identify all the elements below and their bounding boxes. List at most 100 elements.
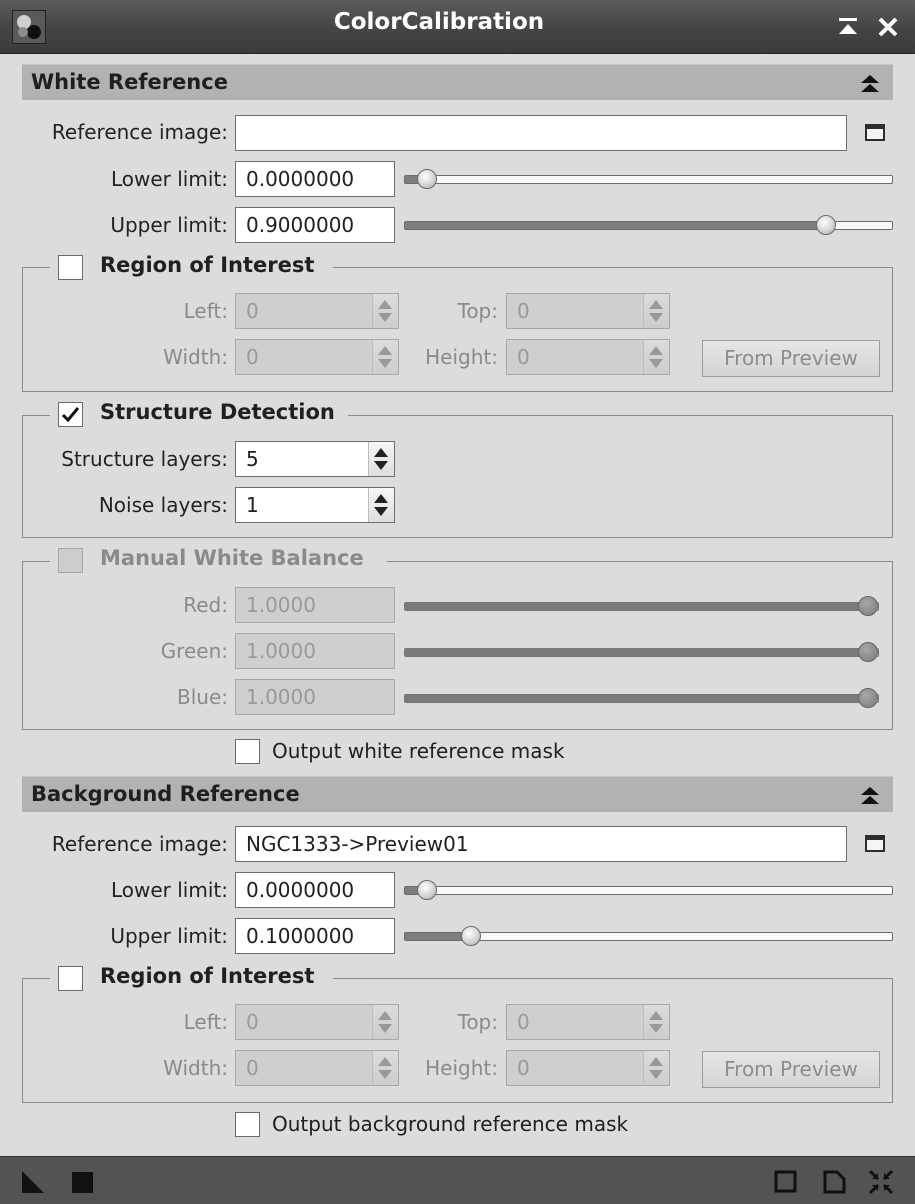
close-icon[interactable]	[873, 12, 903, 42]
spin-down-icon[interactable]	[374, 507, 388, 516]
window-title: ColorCalibration	[333, 9, 545, 35]
background-roi-title: Region of Interest	[100, 964, 315, 988]
white-reference-title: White Reference	[31, 70, 228, 94]
collapse-section-icon[interactable]	[859, 73, 881, 95]
white-lower-limit-slider[interactable]	[404, 169, 893, 189]
spin-up-icon[interactable]	[378, 300, 392, 309]
structure-layers-value: 5	[246, 447, 259, 471]
background-roi-height-spinbox[interactable]: 0	[506, 1050, 670, 1086]
background-reference-section-header[interactable]: Background Reference	[22, 776, 893, 812]
new-instance-triangle-icon[interactable]	[20, 1169, 46, 1195]
background-roi-width-label: Width:	[163, 1056, 228, 1080]
structure-layers-spinbox[interactable]: 5	[235, 441, 395, 477]
collapse-section-icon[interactable]	[859, 785, 881, 807]
background-lower-limit-slider[interactable]	[404, 880, 893, 900]
white-lower-limit-slider-thumb[interactable]	[417, 169, 437, 189]
white-roi-width-spinbox[interactable]: 0	[235, 339, 399, 375]
blue-field[interactable]: 1.0000	[235, 679, 395, 715]
white-lower-limit-field[interactable]: 0.0000000	[235, 161, 395, 197]
title-bar[interactable]: ColorCalibration	[0, 0, 915, 54]
background-lower-limit-slider-thumb[interactable]	[417, 880, 437, 900]
spin-down-icon[interactable]	[378, 359, 392, 368]
green-label: Green:	[160, 639, 228, 663]
spin-down-icon[interactable]	[649, 1070, 663, 1079]
manual-white-balance-checkbox[interactable]	[58, 548, 83, 573]
background-upper-limit-slider-thumb[interactable]	[461, 926, 482, 946]
red-slider-thumb[interactable]	[858, 596, 878, 616]
red-field[interactable]: 1.0000	[235, 587, 395, 623]
background-roi-width-spinbox[interactable]: 0	[235, 1050, 399, 1086]
background-roi-top-value: 0	[517, 1010, 530, 1034]
white-reference-section-header[interactable]: White Reference	[22, 64, 893, 100]
structure-detection-checkbox[interactable]	[58, 402, 83, 427]
spin-down-icon[interactable]	[378, 1024, 392, 1033]
structure-detection-header: Structure Detection	[50, 400, 348, 428]
white-upper-limit-label: Upper limit:	[110, 213, 228, 237]
spin-down-icon[interactable]	[374, 461, 388, 470]
real-time-preview-icon[interactable]	[773, 1169, 799, 1195]
white-roi-checkbox[interactable]	[58, 255, 83, 280]
background-upper-limit-label: Upper limit:	[110, 924, 228, 948]
background-reference-image-field[interactable]: NGC1333->Preview01	[235, 826, 847, 862]
white-roi-height-value: 0	[517, 345, 530, 369]
white-upper-limit-slider-thumb[interactable]	[815, 215, 836, 235]
restore-size-icon[interactable]	[868, 1169, 894, 1195]
green-field[interactable]: 1.0000	[235, 633, 395, 669]
spin-up-icon[interactable]	[378, 346, 392, 355]
background-roi-width-value: 0	[246, 1056, 259, 1080]
background-roi-checkbox[interactable]	[58, 966, 83, 991]
spin-up-icon[interactable]	[378, 1057, 392, 1066]
spin-up-icon[interactable]	[649, 1057, 663, 1066]
spin-down-icon[interactable]	[649, 1024, 663, 1033]
manual-white-balance-header: Manual White Balance	[50, 546, 387, 574]
background-upper-limit-slider[interactable]	[404, 926, 893, 946]
background-reference-title: Background Reference	[31, 782, 300, 806]
spin-down-icon[interactable]	[649, 359, 663, 368]
spin-up-icon[interactable]	[649, 1011, 663, 1020]
spin-up-icon[interactable]	[374, 448, 388, 457]
output-white-mask-label: Output white reference mask	[272, 739, 565, 763]
white-roi-top-value: 0	[517, 299, 530, 323]
background-roi-from-preview-button[interactable]: From Preview	[702, 1051, 880, 1088]
output-background-mask-checkbox[interactable]	[235, 1112, 260, 1137]
background-roi-left-spinbox[interactable]: 0	[235, 1004, 399, 1040]
red-slider[interactable]	[404, 596, 879, 616]
background-roi-left-value: 0	[246, 1010, 259, 1034]
structure-detection-group	[22, 415, 893, 538]
red-label: Red:	[183, 593, 228, 617]
view-picker-icon[interactable]	[865, 835, 885, 852]
view-picker-icon[interactable]	[865, 124, 885, 141]
spin-up-icon[interactable]	[378, 1011, 392, 1020]
spin-down-icon[interactable]	[378, 1070, 392, 1079]
white-roi-left-spinbox[interactable]: 0	[235, 293, 399, 329]
background-roi-top-spinbox[interactable]: 0	[506, 1004, 670, 1040]
structure-layers-label: Structure layers:	[61, 447, 228, 471]
structure-detection-title: Structure Detection	[100, 400, 335, 424]
white-roi-left-label: Left:	[183, 299, 228, 323]
spin-up-icon[interactable]	[649, 300, 663, 309]
background-reference-image-label: Reference image:	[51, 832, 228, 856]
output-white-mask-checkbox[interactable]	[235, 739, 260, 764]
white-roi-from-preview-button[interactable]: From Preview	[702, 340, 880, 377]
green-slider-thumb[interactable]	[858, 642, 878, 662]
white-upper-limit-slider[interactable]	[404, 215, 893, 235]
spin-down-icon[interactable]	[649, 313, 663, 322]
white-upper-limit-field[interactable]: 0.9000000	[235, 207, 395, 243]
white-roi-title: Region of Interest	[100, 253, 315, 277]
white-reference-image-field[interactable]	[235, 115, 847, 151]
white-roi-top-spinbox[interactable]: 0	[506, 293, 670, 329]
apply-global-square-icon[interactable]	[70, 1169, 96, 1195]
green-slider[interactable]	[404, 642, 879, 662]
reset-icon[interactable]	[822, 1169, 848, 1195]
noise-layers-spinbox[interactable]: 1	[235, 487, 395, 523]
background-upper-limit-field[interactable]: 0.1000000	[235, 918, 395, 954]
white-roi-height-spinbox[interactable]: 0	[506, 339, 670, 375]
blue-label: Blue:	[177, 685, 228, 709]
minimize-icon[interactable]	[833, 12, 863, 42]
blue-slider[interactable]	[404, 688, 879, 708]
background-lower-limit-field[interactable]: 0.0000000	[235, 872, 395, 908]
spin-up-icon[interactable]	[649, 346, 663, 355]
spin-up-icon[interactable]	[374, 494, 388, 503]
spin-down-icon[interactable]	[378, 313, 392, 322]
blue-slider-thumb[interactable]	[858, 688, 878, 708]
